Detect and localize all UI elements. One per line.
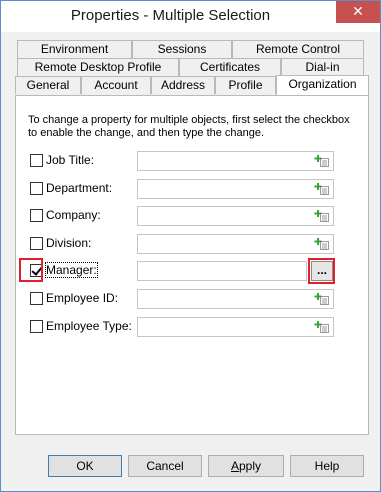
field-checkbox[interactable] xyxy=(30,154,43,167)
apply-button[interactable]: Apply xyxy=(208,455,284,477)
field-label: Manager: xyxy=(45,262,98,278)
add-to-list-icon[interactable] xyxy=(314,320,330,334)
field-label: Job Title: xyxy=(46,153,95,167)
checkbox-highlight-box xyxy=(19,258,43,282)
browse-highlight-box xyxy=(308,258,335,284)
add-to-list-icon[interactable] xyxy=(314,292,330,306)
tab-organization[interactable]: Organization xyxy=(276,75,369,95)
tab-remote-desktop-profile[interactable]: Remote Desktop Profile xyxy=(17,58,179,76)
tab-address[interactable]: Address xyxy=(151,76,215,94)
field-input[interactable] xyxy=(137,289,334,309)
field-checkbox[interactable] xyxy=(30,209,43,222)
instructions-text: To change a property for multiple object… xyxy=(28,114,350,139)
field-input[interactable] xyxy=(137,234,334,254)
field-input[interactable] xyxy=(137,206,334,226)
tab-remote-control[interactable]: Remote Control xyxy=(232,40,364,58)
field-input[interactable] xyxy=(137,151,334,171)
field-checkbox[interactable] xyxy=(30,320,43,333)
field-label: Employee ID: xyxy=(46,291,119,305)
field-checkbox[interactable] xyxy=(30,237,43,250)
add-to-list-icon[interactable] xyxy=(314,209,330,223)
title-bar: Properties - Multiple Selection ✕ xyxy=(1,1,380,32)
field-label: Company: xyxy=(46,208,101,222)
add-to-list-icon[interactable] xyxy=(314,182,330,196)
tab-sessions[interactable]: Sessions xyxy=(132,40,232,58)
close-button[interactable]: ✕ xyxy=(336,1,380,23)
tab-profile[interactable]: Profile xyxy=(215,76,276,94)
field-checkbox[interactable] xyxy=(30,292,43,305)
field-label: Department: xyxy=(46,181,113,195)
help-button[interactable]: Help xyxy=(290,455,364,477)
tab-dial-in[interactable]: Dial-in xyxy=(281,58,364,76)
add-to-list-icon[interactable] xyxy=(314,154,330,168)
tab-account[interactable]: Account xyxy=(81,76,151,94)
tab-certificates[interactable]: Certificates xyxy=(179,58,281,76)
cancel-button[interactable]: Cancel xyxy=(128,455,202,477)
field-input[interactable] xyxy=(137,179,334,199)
add-to-list-icon[interactable] xyxy=(314,237,330,251)
field-input[interactable] xyxy=(137,317,334,337)
field-checkbox[interactable] xyxy=(30,182,43,195)
dialog-title: Properties - Multiple Selection xyxy=(70,7,271,24)
tab-general[interactable]: General xyxy=(15,76,81,94)
ok-button[interactable]: OK xyxy=(48,455,122,477)
field-input[interactable] xyxy=(137,261,307,281)
field-label: Employee Type: xyxy=(46,319,132,333)
field-label: Division: xyxy=(46,236,92,250)
tab-environment[interactable]: Environment xyxy=(17,40,132,58)
